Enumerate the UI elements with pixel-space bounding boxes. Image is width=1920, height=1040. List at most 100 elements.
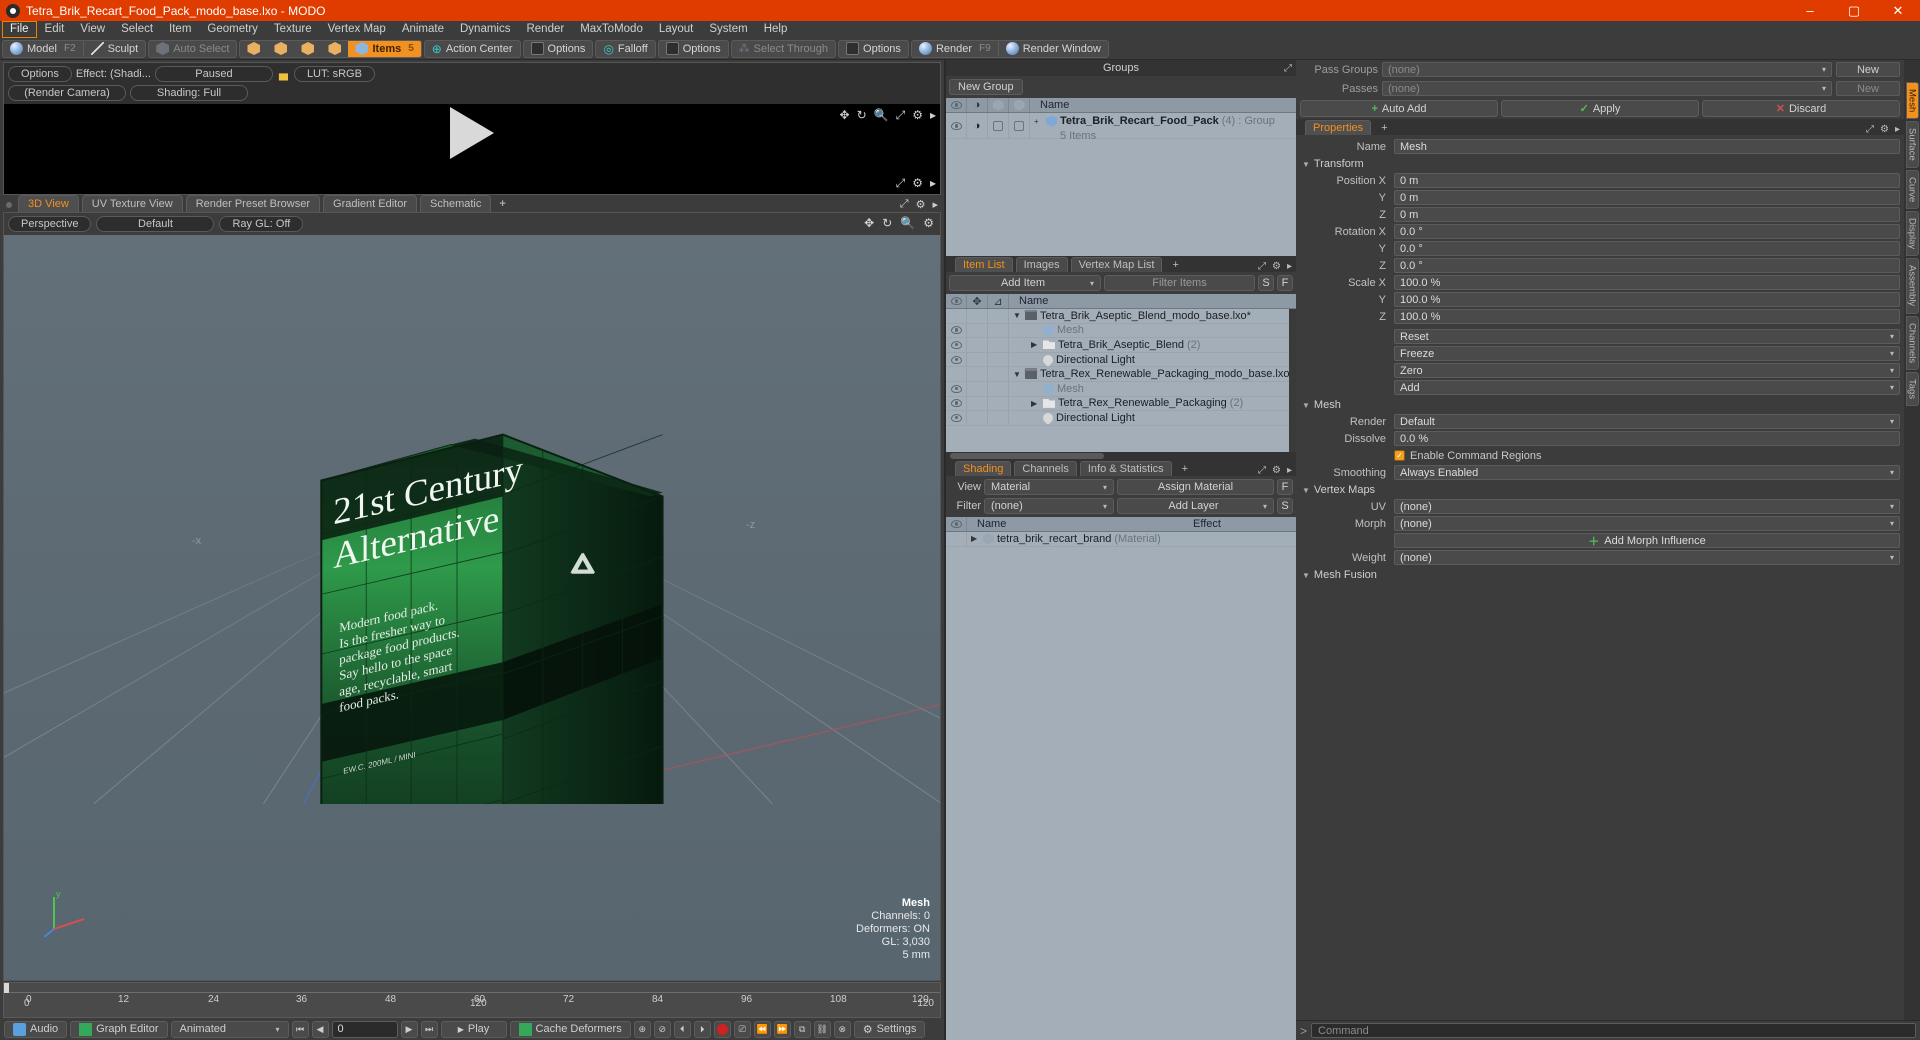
- assign-material-button[interactable]: Assign Material: [1117, 479, 1274, 495]
- record-button[interactable]: [713, 1020, 731, 1038]
- action-center-button[interactable]: ⊕ Action Center: [425, 41, 520, 57]
- chevron-right-icon-3[interactable]: ▸: [932, 198, 938, 211]
- uv-dropdown[interactable]: (none): [1394, 499, 1900, 514]
- prev-key-button[interactable]: ⏴: [673, 1020, 691, 1038]
- shading-f-button[interactable]: F: [1277, 479, 1293, 495]
- vertex-maps-section-header[interactable]: ▼ Vertex Maps: [1296, 481, 1904, 498]
- settings-button[interactable]: ⚙ Settings: [853, 1020, 926, 1038]
- tab-images[interactable]: Images: [1015, 257, 1068, 272]
- auto-select-button[interactable]: Auto Select: [149, 41, 236, 57]
- row-visibility-toggle[interactable]: [946, 532, 967, 546]
- shading-s-button[interactable]: S: [1277, 498, 1293, 514]
- action-center-options-button[interactable]: Options: [524, 41, 593, 57]
- falloff-button[interactable]: ◎ Falloff: [596, 41, 654, 57]
- row-axis-toggle[interactable]: [988, 323, 1009, 338]
- tab-3d-view[interactable]: 3D View: [18, 195, 79, 212]
- minimize-button[interactable]: –: [1788, 0, 1832, 21]
- fit-icon-3[interactable]: ⤢: [900, 198, 909, 211]
- chevron-right-icon-6[interactable]: ▸: [1895, 124, 1900, 135]
- go-to-start-button[interactable]: ⏮: [291, 1020, 309, 1038]
- smoothing-dropdown[interactable]: Always Enabled: [1394, 465, 1900, 480]
- timeline[interactable]: 0 12 24 36 48 60 72 84 96 108 120 0 120 …: [3, 982, 941, 1018]
- scale-x-field[interactable]: 100.0 %: [1394, 275, 1900, 290]
- chevron-right-icon[interactable]: ▸: [930, 108, 936, 123]
- row-lock-toggle[interactable]: [967, 367, 988, 381]
- item-list-hscrollbar[interactable]: [946, 452, 1296, 460]
- row-axis-toggle[interactable]: [988, 411, 1009, 425]
- go-to-end-button[interactable]: ⏭: [420, 1020, 438, 1038]
- row-render-toggle[interactable]: [1009, 113, 1030, 139]
- passes-new-button[interactable]: New: [1836, 81, 1900, 96]
- row-visibility-toggle[interactable]: [946, 309, 967, 323]
- shading-view-dropdown[interactable]: Material ▾: [984, 479, 1114, 495]
- row-axis-toggle[interactable]: [988, 338, 1009, 352]
- model-mode-button[interactable]: Model F2: [3, 41, 83, 57]
- rotation-z-field[interactable]: 0.0 °: [1394, 258, 1900, 273]
- row-axis-toggle[interactable]: [988, 367, 1009, 381]
- position-x-field[interactable]: 0 m: [1394, 173, 1900, 188]
- row-lock-toggle[interactable]: [967, 352, 988, 367]
- group-expand-toggle[interactable]: +: [1034, 117, 1043, 126]
- col-lock-icon[interactable]: [988, 98, 1009, 112]
- pan-icon-2[interactable]: ✥: [864, 216, 874, 230]
- material-mode-button[interactable]: [321, 41, 348, 57]
- render-camera-button[interactable]: (Render Camera): [8, 85, 126, 101]
- row-twisty[interactable]: ▼: [1013, 370, 1022, 379]
- audio-button[interactable]: Audio: [4, 1020, 68, 1038]
- col-visibility-icon-3[interactable]: [946, 517, 967, 531]
- table-row[interactable]: ◑ + Tetra_Brik_Recart_Food_Pack (4) : Gr…: [946, 113, 1296, 142]
- vertex-mode-button[interactable]: [240, 41, 267, 57]
- gear-icon-6[interactable]: ⚙: [1272, 261, 1281, 272]
- row-visibility-toggle[interactable]: [946, 338, 967, 352]
- row-axis-toggle[interactable]: [988, 396, 1009, 411]
- tab-render-preset-browser[interactable]: Render Preset Browser: [185, 195, 321, 212]
- close-button[interactable]: ✕: [1876, 0, 1920, 21]
- dissolve-field[interactable]: 0.0 %: [1394, 431, 1900, 446]
- zoom-icon-2[interactable]: 🔍: [900, 216, 915, 230]
- cache-deformers-button[interactable]: Cache Deformers: [509, 1020, 631, 1038]
- table-row[interactable]: Mesh: [946, 381, 1296, 397]
- apply-button[interactable]: ✓ Apply: [1501, 100, 1699, 117]
- mesh-section-header[interactable]: ▼ Mesh: [1296, 396, 1904, 413]
- auto-add-button[interactable]: + Auto Add: [1300, 100, 1498, 117]
- row-visibility-toggle[interactable]: [946, 367, 967, 381]
- filter-f-button[interactable]: F: [1277, 275, 1293, 291]
- viewport-perspective-button[interactable]: Perspective: [8, 216, 92, 232]
- menu-item-animate[interactable]: Animate: [394, 21, 452, 38]
- tab-uv-texture-view[interactable]: UV Texture View: [81, 195, 183, 212]
- item-list-scrollbar[interactable]: [1289, 309, 1296, 452]
- properties-add-tab[interactable]: +: [1374, 121, 1394, 135]
- rotate-icon[interactable]: ↻: [857, 108, 867, 123]
- add-morph-influence-button[interactable]: ＋ Add Morph Influence: [1394, 533, 1900, 548]
- chevron-right-icon-2[interactable]: ▸: [930, 176, 936, 191]
- row-axis-toggle[interactable]: [988, 309, 1009, 323]
- menu-item-maxtomodo[interactable]: MaxToModo: [572, 21, 651, 38]
- row-visibility-toggle[interactable]: [946, 396, 967, 411]
- row-lock-toggle[interactable]: [967, 411, 988, 425]
- position-z-field[interactable]: 0 m: [1394, 207, 1900, 222]
- add-item-dropdown[interactable]: Add Item ▾: [949, 275, 1101, 291]
- table-row[interactable]: Mesh: [946, 323, 1296, 339]
- select-through-options-button[interactable]: Options: [839, 41, 908, 57]
- row-visibility-toggle[interactable]: [946, 113, 967, 139]
- row-shading-toggle[interactable]: ◑: [967, 113, 988, 139]
- fit-icon-6[interactable]: ⤢: [1258, 465, 1266, 476]
- row-visibility-toggle[interactable]: [946, 411, 967, 425]
- menu-item-edit[interactable]: Edit: [37, 21, 73, 38]
- link-button[interactable]: ⛓: [813, 1020, 831, 1038]
- pan-icon[interactable]: ✥: [840, 108, 850, 123]
- row-twisty[interactable]: ▶: [1031, 399, 1040, 408]
- gear-icon-8[interactable]: ⚙: [1880, 124, 1889, 135]
- render-lut-button[interactable]: LUT: sRGB: [293, 66, 375, 82]
- animated-dropdown[interactable]: Animated ▾: [170, 1020, 289, 1038]
- tab-schematic[interactable]: Schematic: [420, 195, 492, 212]
- tab-item-list[interactable]: Item List: [955, 257, 1013, 272]
- groups-tree-body[interactable]: ◑ + Tetra_Brik_Recart_Food_Pack (4) : Gr…: [946, 113, 1296, 256]
- render-effect-label[interactable]: Effect: (Shadi...: [76, 68, 151, 80]
- row-axis-toggle[interactable]: [988, 381, 1009, 396]
- render-options-button[interactable]: Options: [8, 66, 72, 82]
- chevron-right-icon-4[interactable]: ▸: [1287, 261, 1292, 272]
- menu-item-layout[interactable]: Layout: [651, 21, 702, 38]
- render-dropdown[interactable]: Default: [1394, 414, 1900, 429]
- command-input[interactable]: Command: [1311, 1023, 1916, 1038]
